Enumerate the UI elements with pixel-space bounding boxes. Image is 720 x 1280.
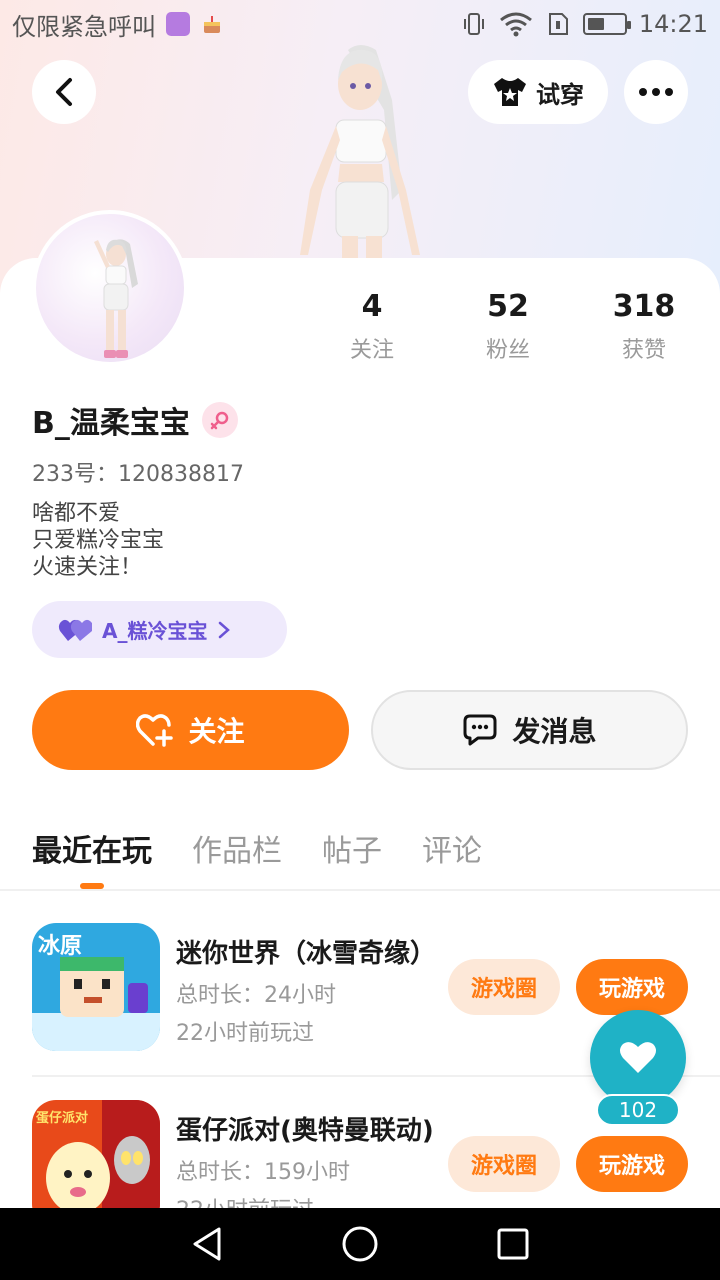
carrier-text: 仅限紧急呼叫 — [12, 12, 156, 41]
username-row: B_温柔宝宝 — [32, 398, 238, 442]
heart-icon — [620, 1042, 656, 1073]
tab-works[interactable]: 作品栏 — [192, 826, 282, 870]
game-duration: 总时长：24小时 — [176, 983, 336, 1008]
circle-home-icon — [342, 1226, 378, 1262]
nav-recents-button[interactable] — [483, 1214, 543, 1274]
stat-likes-count: 318 — [612, 289, 676, 324]
avatar[interactable] — [32, 210, 188, 366]
like-floating-button[interactable] — [590, 1010, 686, 1106]
username: B_温柔宝宝 — [32, 406, 190, 441]
cp-partner-link[interactable]: A_糕冷宝宝 — [32, 601, 287, 658]
sim-icon — [545, 11, 571, 37]
play-game-button[interactable]: 玩游戏 — [576, 1136, 688, 1192]
stat-following-label: 关注 — [349, 338, 394, 363]
follow-label: 关注 — [188, 715, 245, 748]
bio-line: 火速关注！ — [32, 555, 143, 580]
game-last-played: 22小时前玩过 — [176, 1021, 314, 1046]
game-duration: 总时长：159小时 — [176, 1160, 350, 1185]
tshirt-icon — [494, 78, 526, 106]
game-icon-label: 蛋仔派对 — [36, 1110, 88, 1126]
female-gender-icon — [201, 402, 238, 438]
list-item[interactable]: 冰原 迷你世界（冰雪奇缘） 总时长：24小时 22小时前玩过 游戏圈 玩游戏 — [32, 923, 688, 1053]
send-message-button[interactable]: 发消息 — [371, 690, 688, 770]
bio-line: 啥都不爱 — [32, 501, 121, 526]
tab-comments[interactable]: 评论 — [422, 826, 482, 870]
try-on-label: 试穿 — [536, 80, 584, 109]
chevron-left-icon — [56, 78, 72, 106]
double-heart-icon — [58, 619, 92, 641]
tab-divider — [0, 889, 720, 891]
nav-home-button[interactable] — [330, 1214, 390, 1274]
vibrate-icon — [461, 11, 487, 37]
chevron-right-icon — [219, 621, 231, 638]
follow-button[interactable]: 关注 — [32, 690, 349, 770]
avatar-3d-character[interactable] — [280, 40, 440, 262]
game-circle-button[interactable]: 游戏圈 — [448, 959, 560, 1015]
nav-back-button[interactable] — [177, 1214, 237, 1274]
try-on-button[interactable]: 试穿 — [468, 60, 608, 124]
chat-bubble-icon — [463, 714, 497, 746]
game-circle-button[interactable]: 游戏圈 — [448, 1136, 560, 1192]
system-navigation-bar — [0, 1208, 720, 1280]
game-icon-label: 冰原 — [38, 934, 82, 959]
more-dots-icon — [639, 88, 673, 96]
more-options-button[interactable] — [624, 60, 688, 124]
status-time: 14:21 — [638, 10, 708, 38]
mini-world-game-icon: 冰原 — [32, 923, 160, 1051]
triangle-back-icon — [193, 1227, 221, 1261]
stat-fans-count: 52 — [487, 289, 529, 324]
stat-fans-label: 粉丝 — [485, 338, 530, 363]
back-button[interactable] — [32, 60, 96, 124]
battery-fill — [587, 18, 604, 30]
wifi-icon — [499, 11, 533, 37]
bio: 啥都不爱 只爱糕冷宝宝 火速关注！ — [32, 500, 164, 581]
profile-tabs: 最近在玩 作品栏 帖子 评论 — [32, 826, 482, 870]
stat-fans[interactable]: 52 粉丝 — [448, 288, 568, 364]
tab-posts[interactable]: 帖子 — [322, 826, 382, 870]
stat-following-count: 4 — [361, 289, 383, 324]
like-count-badge: 102 — [596, 1094, 680, 1126]
stat-following[interactable]: 4 关注 — [312, 288, 432, 364]
gallery-icon — [166, 12, 190, 36]
cp-partner-name: A_糕冷宝宝 — [102, 619, 208, 643]
cake-icon — [200, 12, 224, 36]
tab-recently-played[interactable]: 最近在玩 — [32, 826, 152, 870]
play-game-button[interactable]: 玩游戏 — [576, 959, 688, 1015]
bio-line: 只爱糕冷宝宝 — [32, 528, 165, 553]
square-recents-icon — [497, 1228, 529, 1260]
game-title: 迷你世界（冰雪奇缘） — [176, 939, 436, 969]
user-id: 233号：120838817 — [32, 462, 244, 487]
message-label: 发消息 — [512, 715, 597, 748]
game-title: 蛋仔派对(奥特曼联动) — [176, 1116, 434, 1146]
heart-plus-icon — [136, 714, 174, 747]
battery-icon — [582, 13, 631, 35]
stat-likes-label: 获赞 — [621, 338, 666, 363]
stat-likes[interactable]: 318 获赞 — [584, 288, 704, 364]
